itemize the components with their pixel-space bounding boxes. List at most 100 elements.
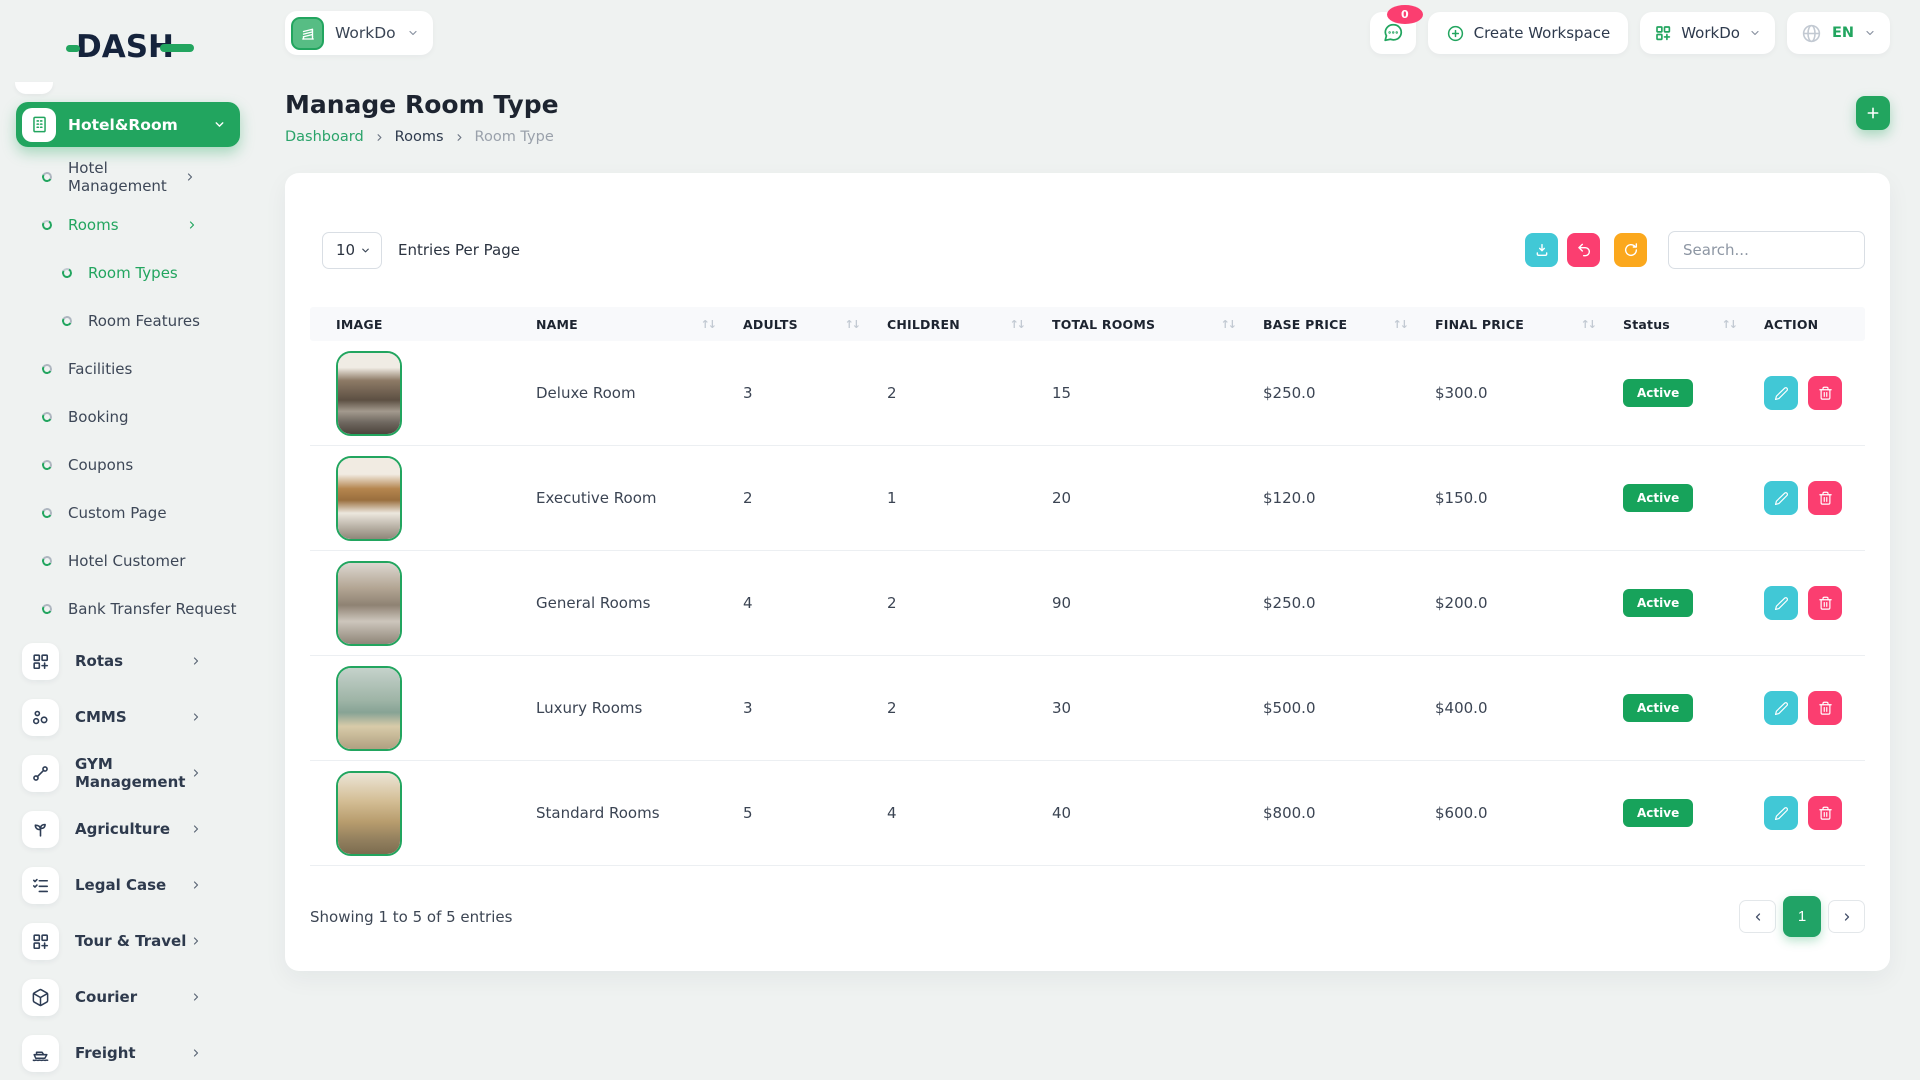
sort-icon[interactable]: ↑↓ [1722,318,1739,331]
sort-icon[interactable]: ↑↓ [1221,318,1238,331]
chevron-right-icon [190,991,202,1003]
sidebar-item-legal-case[interactable]: Legal Case [0,857,258,913]
add-room-type-button[interactable] [1856,96,1890,130]
create-workspace-button[interactable]: Create Workspace [1427,12,1629,54]
room-image[interactable] [336,770,402,856]
sidebar-item-room-features[interactable]: Room Features [0,297,258,345]
sidebar-item-rooms[interactable]: Rooms [0,201,258,249]
sidebar-item-tour-travel[interactable]: Tour & Travel [0,913,258,969]
sort-icon[interactable]: ↑↓ [1393,318,1410,331]
messages-button[interactable]: 0 [1369,5,1423,54]
sidebar-item-coupons[interactable]: Coupons [0,441,258,489]
export-button[interactable] [1525,233,1558,267]
room-image[interactable] [336,350,402,436]
sidebar-item-facilities[interactable]: Facilities [0,345,258,393]
edit-button[interactable] [1764,376,1798,410]
breadcrumb-dashboard[interactable]: Dashboard [285,129,364,145]
bullet-icon [40,602,54,616]
grid-plus-icon [22,922,59,960]
base-price-value: $800.0 [1263,804,1316,822]
sidebar-item-freight[interactable]: Freight [0,1025,258,1080]
delete-button[interactable] [1808,481,1842,515]
pencil-icon [1774,386,1789,401]
previous-page-button[interactable] [1739,900,1776,933]
workspace-icon [291,16,324,50]
sidebar-item-agriculture[interactable]: Agriculture [0,801,258,857]
chevron-right-icon [190,1047,202,1059]
next-page-button[interactable] [1828,900,1865,933]
sidebar: DASH Hotel&Room Hotel Management Rooms R… [0,0,258,1080]
column-header-image: IMAGE [336,316,383,332]
column-header-base-price: BASE PRICE ↑↓ [1263,316,1410,332]
entries-value: 10 [336,241,356,259]
sort-icon[interactable]: ↑↓ [701,318,718,331]
sidebar-item-hotel-customer[interactable]: Hotel Customer [0,537,258,585]
sort-icon[interactable]: ↑↓ [845,318,862,331]
bullet-icon [40,170,54,184]
app-logo[interactable]: DASH [66,26,258,68]
bullet-icon [40,554,54,568]
edit-button[interactable] [1764,481,1798,515]
main-content: WorkDo 0 Create Workspace WorkDo EN Mana… [258,0,1920,971]
sort-icon[interactable]: ↑↓ [1581,318,1598,331]
entries-per-page-select[interactable]: 10 [322,231,382,269]
sidebar-item-hotel-room[interactable]: Hotel&Room [16,102,240,147]
chevron-right-icon [190,823,202,835]
chevron-right-icon [190,935,202,947]
sidebar-item-booking[interactable]: Booking [0,393,258,441]
sort-icon[interactable]: ↑↓ [1010,318,1027,331]
sidebar-item-courier[interactable]: Courier [0,969,258,1025]
edit-button[interactable] [1764,586,1798,620]
download-icon [1534,242,1550,258]
final-price-value: $600.0 [1435,804,1488,822]
room-name: Luxury Rooms [536,699,643,717]
room-image[interactable] [336,455,402,541]
bullet-icon [40,458,54,472]
page-number-button[interactable]: 1 [1783,896,1821,937]
final-price-value: $150.0 [1435,489,1488,507]
grid-plus-icon [22,642,59,680]
reset-button[interactable] [1567,233,1600,267]
table-controls: 10 Entries Per Page [322,231,1865,269]
refresh-button[interactable] [1614,233,1647,267]
delete-button[interactable] [1808,796,1842,830]
topbar: WorkDo 0 Create Workspace WorkDo EN [285,5,1890,56]
bullet-icon [60,266,74,280]
sidebar-item-bank-transfer-request[interactable]: Bank Transfer Request [0,585,258,633]
logo-accent-dot [66,44,80,52]
sidebar-item-custom-page[interactable]: Custom Page [0,489,258,537]
search-input[interactable] [1668,231,1865,269]
language-selector[interactable]: EN [1786,12,1890,54]
room-image[interactable] [336,665,402,751]
chevron-down-icon [360,245,371,256]
delete-button[interactable] [1808,586,1842,620]
building-icon [22,107,56,142]
room-image[interactable] [336,560,402,646]
sidebar-item-label: Hotel&Room [68,115,178,134]
column-header-status: Status ↑↓ [1623,316,1739,332]
sidebar-item-gym-management[interactable]: GYM Management [0,745,258,801]
workspace-menu-button[interactable]: WorkDo [1640,12,1775,54]
sidebar-item-cmms[interactable]: CMMS [0,689,258,745]
sidebar-item-hotel-management[interactable]: Hotel Management [0,153,258,201]
page-header: Manage Room Type Dashboard Rooms Room Ty… [285,90,1890,145]
table-footer: Showing 1 to 5 of 5 entries 1 [310,896,1865,937]
trash-icon [1818,701,1833,716]
column-header-children: CHILDREN ↑↓ [887,316,1027,332]
workspace-selector[interactable]: WorkDo [285,11,433,55]
column-header-final-price: FINAL PRICE ↑↓ [1435,316,1598,332]
total-rooms-value: 20 [1052,489,1072,507]
workspace-name: WorkDo [335,24,396,42]
delete-button[interactable] [1808,376,1842,410]
bullet-icon [40,506,54,520]
sidebar-item-room-types[interactable]: Room Types [0,249,258,297]
adults-value: 5 [743,804,753,822]
edit-button[interactable] [1764,796,1798,830]
undo-icon [1576,242,1592,258]
column-header-adults: ADULTS ↑↓ [743,316,862,332]
total-rooms-value: 15 [1052,384,1072,402]
sidebar-item-rotas[interactable]: Rotas [0,633,258,689]
delete-button[interactable] [1808,691,1842,725]
breadcrumb-rooms[interactable]: Rooms [395,129,444,145]
edit-button[interactable] [1764,691,1798,725]
